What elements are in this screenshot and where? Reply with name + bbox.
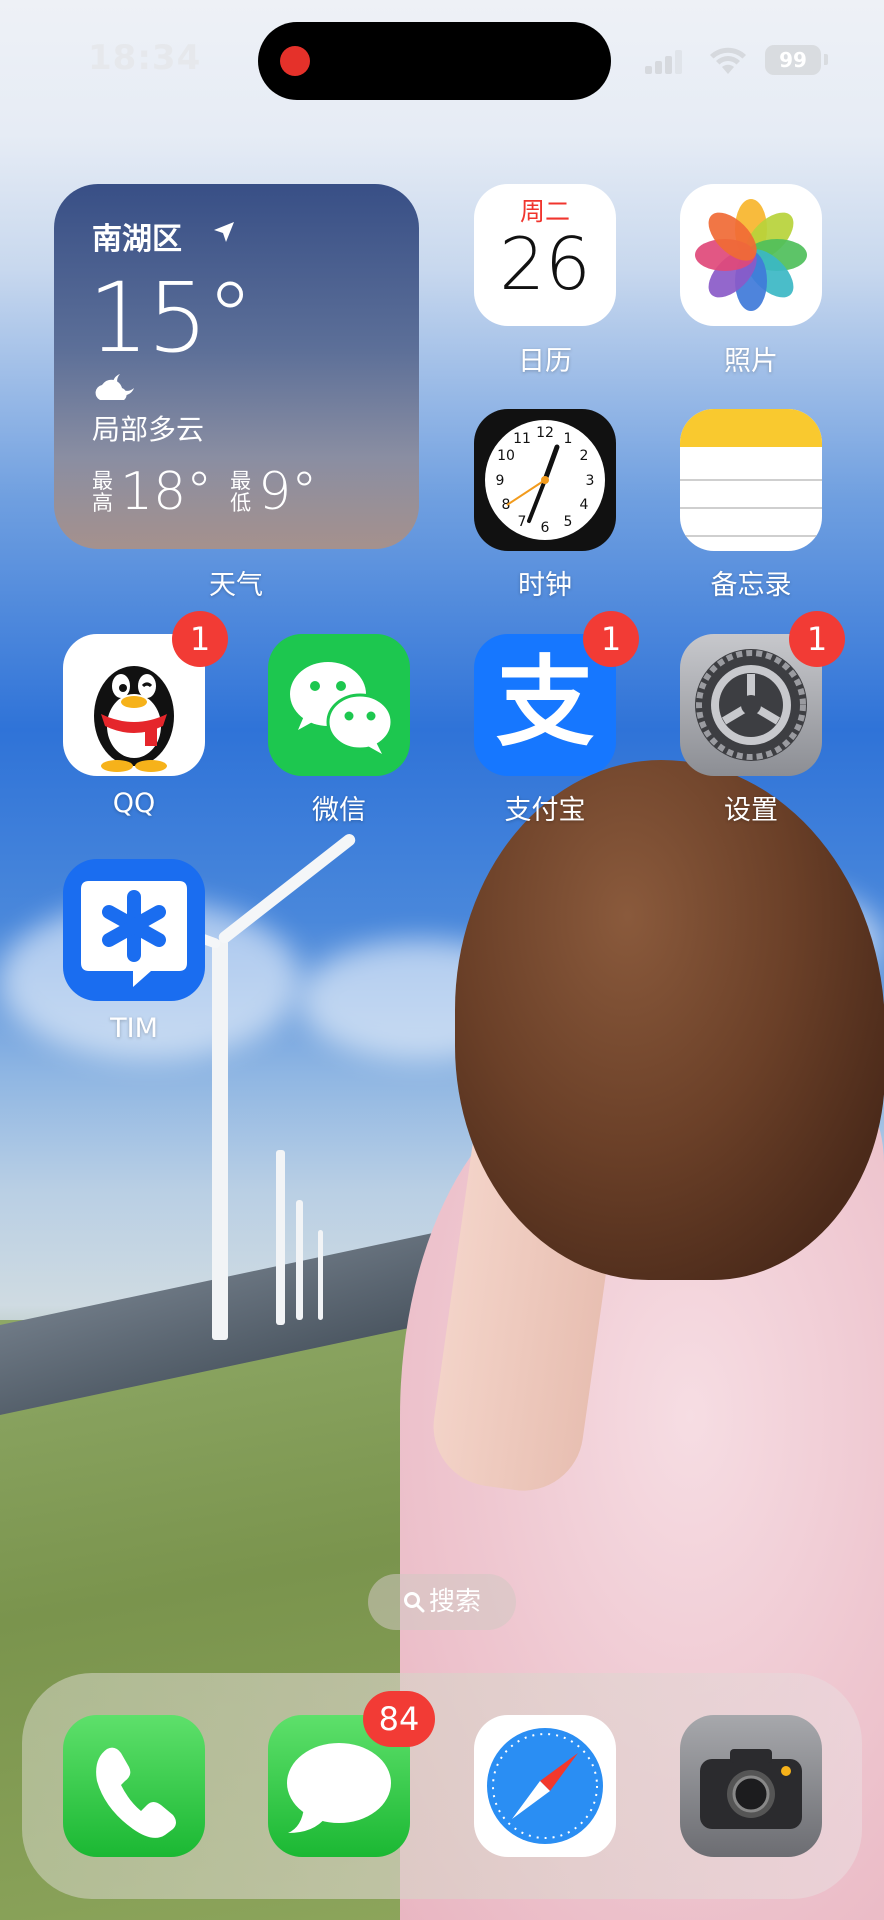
weather-high-label: 最高 xyxy=(92,469,113,515)
qq-app-label: QQ xyxy=(112,788,156,819)
svg-text:12: 12 xyxy=(536,425,554,441)
svg-text:7: 7 xyxy=(518,514,527,530)
weather-widget-label: 天气 xyxy=(209,570,263,601)
notes-app-label: 备忘录 xyxy=(710,570,792,601)
svg-text:9: 9 xyxy=(496,473,505,489)
settings-notification-badge: 1 xyxy=(789,611,845,667)
photos-app-icon[interactable] xyxy=(680,184,822,326)
status-bar: 18:34 99 xyxy=(0,0,884,120)
wallpaper-turbine xyxy=(276,1150,285,1325)
calendar-app-label: 日历 xyxy=(518,346,572,377)
wechat-app-label: 微信 xyxy=(312,795,366,826)
weather-low-label: 最低 xyxy=(230,469,252,515)
wechat-app-icon[interactable] xyxy=(268,634,410,776)
partly-cloudy-night-icon xyxy=(95,374,134,400)
svg-text:6: 6 xyxy=(541,520,550,536)
photos-flower-icon xyxy=(695,199,807,311)
weather-temperature: 15° xyxy=(88,262,254,374)
notes-line xyxy=(680,507,822,509)
clock-app-label: 时钟 xyxy=(518,570,572,601)
weather-condition: 局部多云 xyxy=(92,413,205,446)
wechat-bubbles-icon xyxy=(290,662,394,754)
battery-cap-icon xyxy=(824,54,828,65)
svg-text:10: 10 xyxy=(497,448,515,464)
wallpaper-hair xyxy=(455,760,884,1280)
notes-line xyxy=(680,479,822,481)
notes-app-icon[interactable] xyxy=(680,409,822,551)
location-arrow-icon xyxy=(214,222,234,242)
clock-face-icon: 12 12 345 678 91011 xyxy=(485,420,605,540)
wifi-icon xyxy=(710,47,746,74)
svg-text:2: 2 xyxy=(580,448,589,464)
svg-text:11: 11 xyxy=(513,431,531,447)
svg-text:4: 4 xyxy=(580,497,589,513)
phone-app-icon[interactable] xyxy=(63,1715,205,1857)
svg-text:5: 5 xyxy=(564,514,573,530)
alipay-glyph-icon: 支 xyxy=(495,646,594,760)
battery-level: 99 xyxy=(765,45,821,75)
notes-line xyxy=(680,535,822,537)
wallpaper-turbine xyxy=(296,1200,303,1320)
photos-app-label: 照片 xyxy=(724,346,778,377)
clock-app-icon[interactable]: 12 1 2 345 678 9 10 11 xyxy=(474,409,616,551)
home-screen: 18:34 99 南湖区 15° 局部多云 最高 18° 最低 9° 天气 周二… xyxy=(0,0,884,1920)
tim-app-label: TIM xyxy=(110,1013,158,1044)
wallpaper-turbine-blade xyxy=(216,831,358,946)
notes-header-stripe xyxy=(680,409,822,447)
svg-text:1: 1 xyxy=(564,431,573,447)
weather-high-low: 最高 18° 最低 9° xyxy=(92,462,335,522)
camera-icon xyxy=(700,1749,802,1829)
safari-app-icon[interactable] xyxy=(474,1715,616,1857)
dynamic-island[interactable] xyxy=(258,22,611,100)
weather-low-value: 9° xyxy=(258,462,318,522)
tim-asterisk-icon xyxy=(81,881,187,987)
svg-text:8: 8 xyxy=(502,497,511,513)
search-icon xyxy=(403,1592,425,1613)
calendar-app-icon[interactable]: 周二 26 xyxy=(474,184,616,326)
weather-widget[interactable]: 南湖区 15° 局部多云 最高 18° 最低 9° xyxy=(54,184,419,549)
settings-app-label: 设置 xyxy=(724,795,778,826)
weather-high-value: 18° xyxy=(120,462,213,522)
qq-notification-badge: 1 xyxy=(172,611,228,667)
wallpaper-turbine xyxy=(318,1230,323,1320)
wallpaper-turbine xyxy=(212,940,228,1340)
svg-text:3: 3 xyxy=(586,473,595,489)
cellular-signal-icon xyxy=(645,50,685,74)
recording-indicator-icon xyxy=(280,46,310,76)
weather-location: 南湖区 xyxy=(92,222,182,257)
alipay-app-label: 支付宝 xyxy=(504,795,586,826)
messages-notification-badge: 84 xyxy=(363,1691,435,1747)
calendar-day: 26 xyxy=(499,222,591,306)
search-label: 搜索 xyxy=(428,1587,481,1617)
camera-app-icon[interactable] xyxy=(680,1715,822,1857)
tim-app-icon[interactable] xyxy=(63,859,205,1001)
safari-icon xyxy=(487,1728,603,1844)
phone-icon xyxy=(96,1747,176,1838)
spotlight-search-button[interactable]: 搜索 xyxy=(368,1574,516,1630)
alipay-notification-badge: 1 xyxy=(583,611,639,667)
status-time: 18:34 xyxy=(88,38,202,78)
